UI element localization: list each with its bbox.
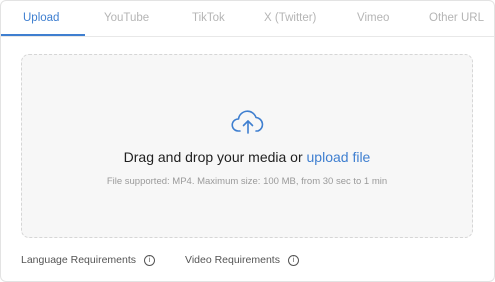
- language-requirements[interactable]: Language Requirements i: [21, 253, 155, 267]
- video-requirements-label: Video Requirements: [185, 254, 280, 266]
- video-requirements[interactable]: Video Requirements i: [185, 253, 299, 267]
- tab-other-url[interactable]: Other URL: [429, 1, 484, 36]
- tab-upload[interactable]: Upload: [23, 1, 59, 36]
- dropzone-headline-text: Drag and drop your media or: [123, 149, 307, 165]
- dropzone-headline: Drag and drop your media or upload file: [22, 149, 472, 165]
- info-icon[interactable]: i: [287, 254, 299, 266]
- source-tabs: Upload YouTube TikTok X (Twitter) Vimeo …: [1, 1, 494, 37]
- tab-youtube[interactable]: YouTube: [104, 1, 149, 36]
- tab-x-twitter[interactable]: X (Twitter): [264, 1, 316, 36]
- tab-vimeo[interactable]: Vimeo: [357, 1, 389, 36]
- upload-file-link[interactable]: upload file: [307, 149, 371, 165]
- tab-tiktok[interactable]: TikTok: [192, 1, 225, 36]
- language-requirements-label: Language Requirements: [21, 254, 136, 266]
- media-dropzone[interactable]: Drag and drop your media or upload file …: [21, 54, 473, 238]
- file-support-info: File supported: MP4. Maximum size: 100 M…: [106, 176, 388, 187]
- upload-card: Upload YouTube TikTok X (Twitter) Vimeo …: [0, 0, 495, 282]
- active-tab-indicator: [1, 34, 85, 36]
- info-icon[interactable]: i: [144, 254, 155, 266]
- cloud-upload-icon: [231, 110, 264, 134]
